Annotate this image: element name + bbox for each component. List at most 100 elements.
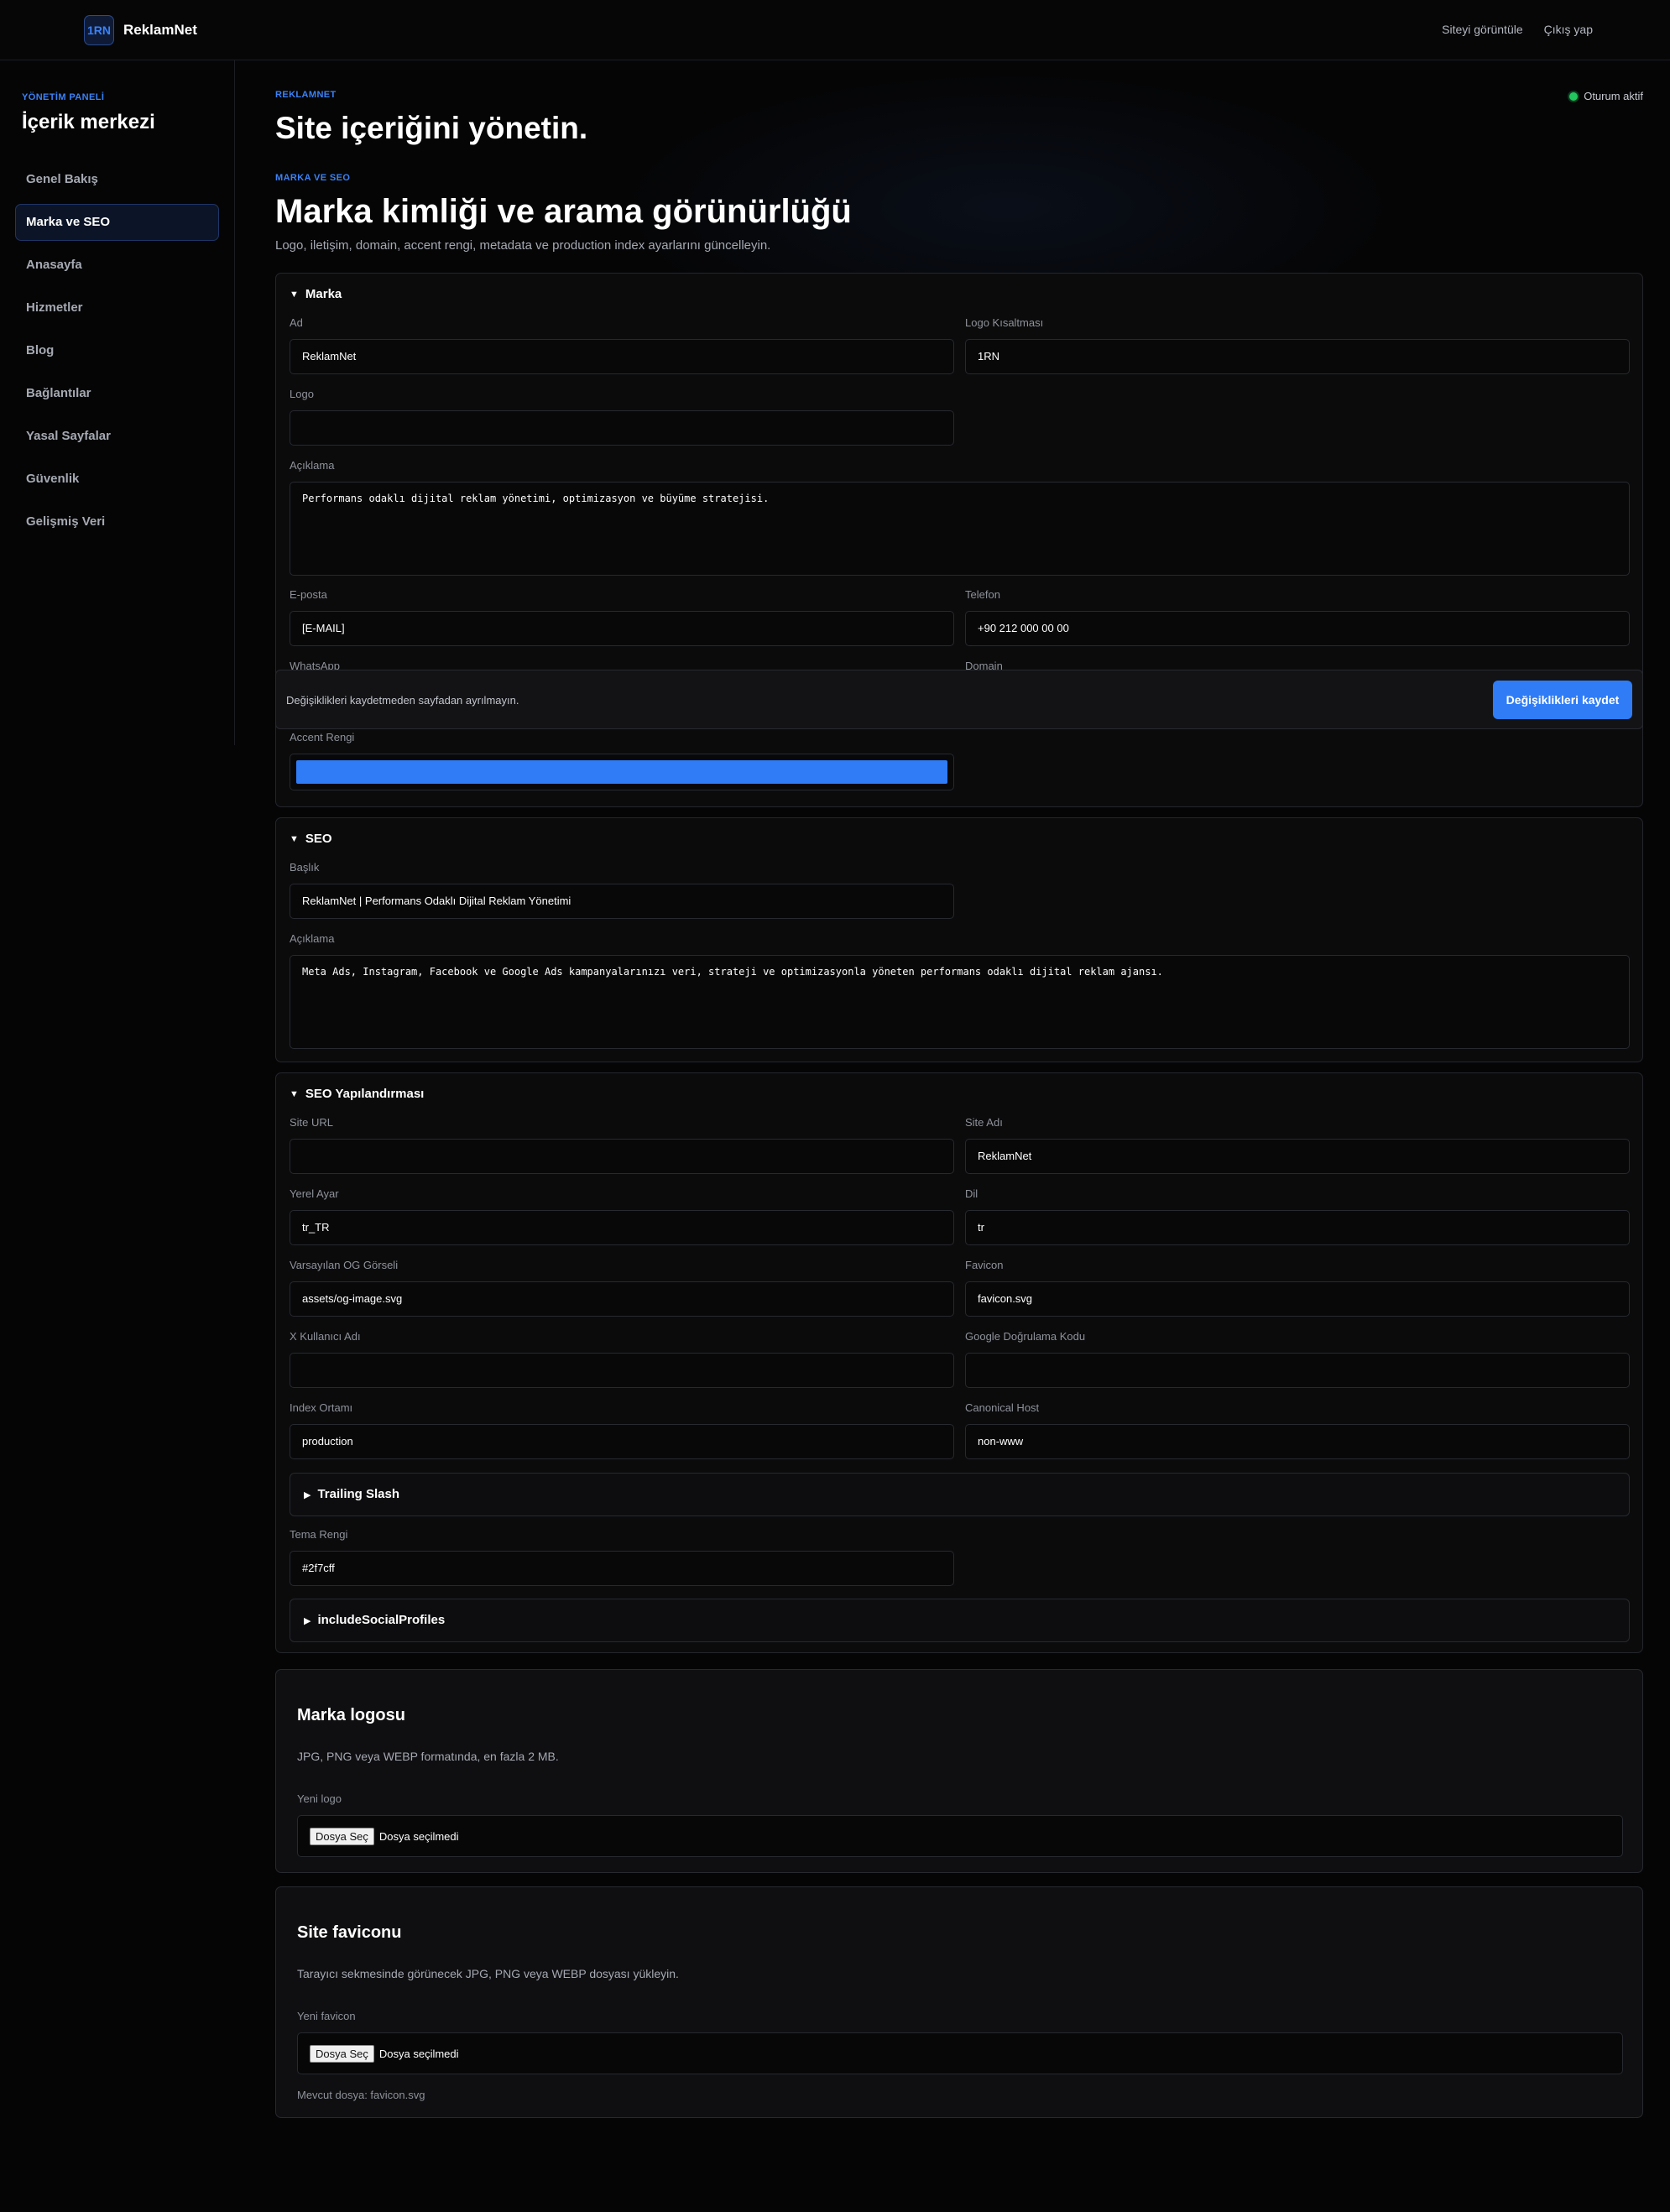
ad-label: Ad (290, 316, 303, 329)
canonical-host-label: Canonical Host (965, 1401, 1040, 1414)
sidebar-item-yasal-sayfalar[interactable]: Yasal Sayfalar (15, 418, 219, 455)
dil-label: Dil (965, 1187, 979, 1200)
trailing-slash-label: Trailing Slash (317, 1487, 399, 1501)
choose-favicon-file-button[interactable]: Dosya Seç (310, 2044, 374, 2063)
sidebar-item-anasayfa[interactable]: Anasayfa (15, 247, 219, 284)
save-changes-button[interactable]: Değişiklikleri kaydet (1493, 681, 1632, 719)
include-social-profiles-label: includeSocialProfiles (317, 1613, 446, 1627)
view-site-link[interactable]: Siteyi görüntüle (1442, 23, 1523, 36)
marka-heading: Marka (305, 287, 342, 301)
current-favicon-note: Mevcut dosya: favicon.svg (297, 2089, 425, 2101)
logo-file-status: Dosya seçilmedi (378, 1829, 459, 1843)
sidebar-item-guvenlik[interactable]: Güvenlik (15, 461, 219, 498)
logo-kisaltma-label: Logo Kısaltması (965, 316, 1044, 329)
tema-rengi-label: Tema Rengi (290, 1528, 348, 1541)
accent-color-swatch (296, 760, 947, 784)
favicon-file-status: Dosya seçilmedi (378, 2047, 459, 2060)
index-ortami-input[interactable]: production (290, 1424, 954, 1459)
accent-rengi-label: Accent Rengi (290, 731, 355, 743)
canonical-host-input[interactable]: non-www (965, 1424, 1630, 1459)
choose-logo-file-button[interactable]: Dosya Seç (310, 1827, 374, 1845)
marka-panel-toggle[interactable]: ▼ Marka (290, 287, 342, 301)
new-favicon-label: Yeni favicon (297, 2010, 356, 2022)
seo-baslik-label: Başlık (290, 861, 320, 874)
index-ortami-label: Index Ortamı (290, 1401, 353, 1414)
sidebar-item-genel-bakis[interactable]: Genel Bakış (15, 161, 219, 198)
section-description: Logo, iletişim, domain, accent rengi, me… (275, 238, 771, 253)
sidebar-item-baglantilar[interactable]: Bağlantılar (15, 375, 219, 412)
section-kicker: MARKA VE SEO (275, 173, 351, 183)
seo-aciklama-label: Açıklama (290, 932, 335, 945)
telefon-input[interactable]: +90 212 000 00 00 (965, 611, 1630, 646)
sidebar-item-blog[interactable]: Blog (15, 332, 219, 369)
sidebar: YÖNETİM PANELİ İçerik merkezi Genel Bakı… (0, 60, 235, 745)
logo-kisaltma-input[interactable]: 1RN (965, 339, 1630, 374)
x-kullanici-input[interactable] (290, 1353, 954, 1388)
page-title: Site içeriğini yönetin. (275, 111, 588, 145)
triangle-down-icon: ▼ (290, 289, 299, 300)
logo-upload-card: Marka logosu JPG, PNG veya WEBP formatın… (275, 1669, 1643, 1873)
yerel-ayar-input[interactable]: tr_TR (290, 1210, 954, 1245)
x-kullanici-label: X Kullanıcı Adı (290, 1330, 361, 1343)
triangle-right-icon: ▶ (304, 1490, 311, 1500)
sidebar-item-marka-seo[interactable]: Marka ve SEO (15, 204, 219, 241)
site-url-label: Site URL (290, 1116, 334, 1129)
site-adi-input[interactable]: ReklamNet (965, 1139, 1630, 1174)
seo-config-heading: SEO Yapılandırması (305, 1087, 425, 1101)
logo-card-description: JPG, PNG veya WEBP formatında, en fazla … (297, 1750, 559, 1763)
triangle-right-icon: ▶ (304, 1616, 311, 1626)
og-gorsel-input[interactable]: assets/og-image.svg (290, 1281, 954, 1317)
trailing-slash-toggle[interactable]: ▶ Trailing Slash (290, 1473, 1630, 1516)
google-dogrulama-input[interactable] (965, 1353, 1630, 1388)
aciklama-label: Açıklama (290, 459, 335, 472)
yerel-ayar-label: Yerel Ayar (290, 1187, 339, 1200)
brand-name: ReklamNet (123, 22, 197, 38)
aciklama-textarea[interactable]: Performans odaklı dijital reklam yönetim… (290, 482, 1630, 576)
logo-card-title: Marka logosu (297, 1706, 405, 1724)
site-adi-label: Site Adı (965, 1116, 1003, 1129)
triangle-down-icon: ▼ (290, 833, 299, 844)
favicon-file-input[interactable]: Dosya Seç Dosya seçilmedi (297, 2032, 1623, 2074)
seo-config-panel-toggle[interactable]: ▼ SEO Yapılandırması (290, 1087, 424, 1101)
google-dogrulama-label: Google Doğrulama Kodu (965, 1330, 1086, 1343)
seo-panel: ▼ SEO Başlık ReklamNet | Performans Odak… (275, 817, 1643, 1062)
sidebar-title: İçerik merkezi (22, 111, 155, 133)
site-url-input[interactable] (290, 1139, 954, 1174)
status-dot-icon (1569, 91, 1579, 101)
eposta-input[interactable]: [E-MAIL] (290, 611, 954, 646)
ad-input[interactable]: ReklamNet (290, 339, 954, 374)
favicon-card-title: Site faviconu (297, 1923, 402, 1942)
tema-rengi-input[interactable]: #2f7cff (290, 1551, 954, 1586)
logout-link[interactable]: Çıkış yap (1544, 23, 1593, 36)
save-bar-warning: Değişiklikleri kaydetmeden sayfadan ayrı… (286, 694, 519, 707)
eposta-label: E-posta (290, 588, 327, 601)
include-social-profiles-toggle[interactable]: ▶ includeSocialProfiles (290, 1599, 1630, 1642)
accent-color-input[interactable] (290, 754, 954, 790)
dil-input[interactable]: tr (965, 1210, 1630, 1245)
triangle-down-icon: ▼ (290, 1088, 299, 1099)
new-logo-label: Yeni logo (297, 1792, 342, 1805)
top-bar: 1RN ReklamNet Siteyi görüntüle Çıkış yap (0, 0, 1670, 60)
sidebar-item-hizmetler[interactable]: Hizmetler (15, 290, 219, 326)
sidebar-item-gelismis-veri[interactable]: Gelişmiş Veri (15, 503, 219, 540)
seo-aciklama-textarea[interactable]: Meta Ads, Instagram, Facebook ve Google … (290, 955, 1630, 1049)
favicon-card-description: Tarayıcı sekmesinde görünecek JPG, PNG v… (297, 1967, 679, 1980)
logo-input[interactable] (290, 410, 954, 446)
session-status-label: Oturum aktif (1584, 90, 1643, 102)
seo-baslik-input[interactable]: ReklamNet | Performans Odaklı Dijital Re… (290, 884, 954, 919)
seo-heading: SEO (305, 832, 332, 846)
favicon-upload-card: Site faviconu Tarayıcı sekmesinde görüne… (275, 1886, 1643, 2118)
logo-file-input[interactable]: Dosya Seç Dosya seçilmedi (297, 1815, 1623, 1857)
logo-label: Logo (290, 388, 314, 400)
session-status: Oturum aktif (1569, 90, 1643, 102)
save-bar: Değişiklikleri kaydetmeden sayfadan ayrı… (275, 670, 1643, 729)
favicon-label: Favicon (965, 1259, 1004, 1271)
seo-config-panel: ▼ SEO Yapılandırması Site URL Site Adı R… (275, 1072, 1643, 1653)
brand-logo-mark: 1RN (84, 15, 114, 45)
page-kicker: REKLAMNET (275, 90, 337, 100)
favicon-input[interactable]: favicon.svg (965, 1281, 1630, 1317)
seo-panel-toggle[interactable]: ▼ SEO (290, 832, 332, 846)
top-links: Siteyi görüntüle Çıkış yap (1442, 23, 1593, 36)
brand[interactable]: 1RN ReklamNet (84, 15, 197, 45)
telefon-label: Telefon (965, 588, 1000, 601)
